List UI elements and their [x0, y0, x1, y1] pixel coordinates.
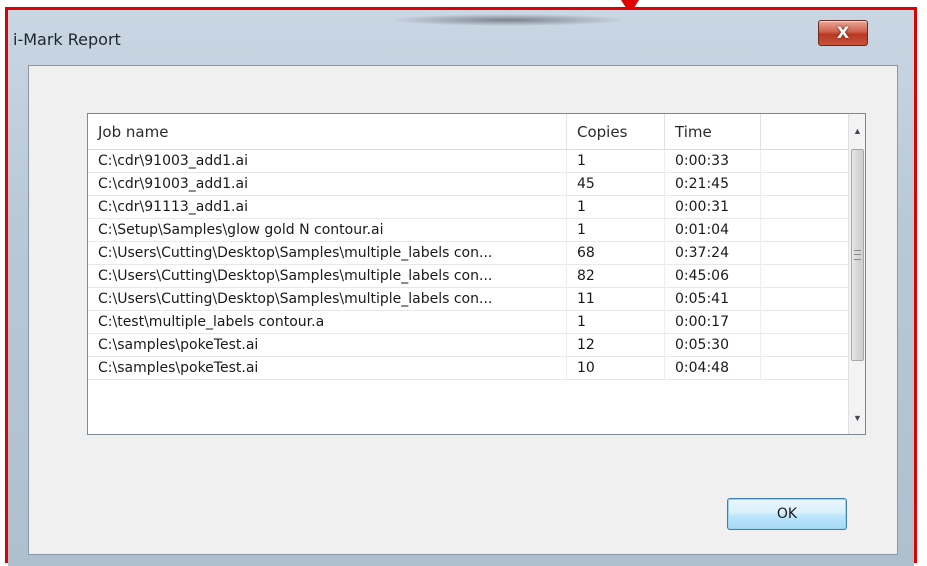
- table-row[interactable]: C:\cdr\91003_add1.ai 45 0:21:45: [88, 173, 848, 196]
- job-name-cell: C:\cdr\91003_add1.ai: [88, 150, 567, 173]
- table-row[interactable]: C:\Users\Cutting\Desktop\Samples\multipl…: [88, 242, 848, 265]
- time-cell: 0:00:33: [665, 150, 761, 173]
- copies-cell: 10: [567, 357, 665, 380]
- copies-cell: 1: [567, 219, 665, 242]
- close-button[interactable]: X: [818, 20, 868, 46]
- time-cell: 0:45:06: [665, 265, 761, 288]
- copies-cell: 68: [567, 242, 665, 265]
- copies-cell: 12: [567, 334, 665, 357]
- table-row[interactable]: C:\cdr\91113_add1.ai 1 0:00:31: [88, 196, 848, 219]
- copies-cell: 1: [567, 150, 665, 173]
- table-row[interactable]: C:\Setup\Samples\glow gold N contour.ai …: [88, 219, 848, 242]
- table-row[interactable]: C:\Users\Cutting\Desktop\Samples\multipl…: [88, 288, 848, 311]
- empty-cell: [761, 265, 848, 288]
- table-row[interactable]: C:\Users\Cutting\Desktop\Samples\multipl…: [88, 265, 848, 288]
- empty-cell: [761, 150, 848, 173]
- scroll-up-icon[interactable]: ▲: [849, 122, 865, 140]
- vertical-scrollbar[interactable]: ▲ ▼: [848, 114, 865, 434]
- column-header-empty[interactable]: [761, 114, 848, 150]
- job-name-cell: C:\samples\pokeTest.ai: [88, 357, 567, 380]
- table-row[interactable]: C:\samples\pokeTest.ai 10 0:04:48: [88, 357, 848, 380]
- job-name-cell: C:\Users\Cutting\Desktop\Samples\multipl…: [88, 242, 567, 265]
- column-header-time[interactable]: Time: [665, 114, 761, 150]
- ok-button[interactable]: OK: [727, 498, 847, 530]
- copies-cell: 11: [567, 288, 665, 311]
- column-header-copies[interactable]: Copies: [567, 114, 665, 150]
- time-cell: 0:00:31: [665, 196, 761, 219]
- job-name-cell: C:\cdr\91003_add1.ai: [88, 173, 567, 196]
- job-name-cell: C:\Users\Cutting\Desktop\Samples\multipl…: [88, 288, 567, 311]
- time-cell: 0:00:17: [665, 311, 761, 334]
- grip-icon: [854, 250, 861, 260]
- job-name-cell: C:\test\multiple_labels contour.a: [88, 311, 567, 334]
- empty-cell: [761, 311, 848, 334]
- empty-cell: [761, 357, 848, 380]
- job-name-cell: C:\cdr\91113_add1.ai: [88, 196, 567, 219]
- copies-cell: 45: [567, 173, 665, 196]
- column-header-job-name[interactable]: Job name: [88, 114, 567, 150]
- title-bar-glow: [388, 14, 628, 26]
- empty-cell: [761, 196, 848, 219]
- dialog-client-area: Job name Copies Time C:\cdr\91003_add1.a…: [28, 65, 898, 555]
- close-icon: X: [836, 23, 850, 42]
- time-cell: 0:05:30: [665, 334, 761, 357]
- table-row[interactable]: C:\samples\pokeTest.ai 12 0:05:30: [88, 334, 848, 357]
- list-header: Job name Copies Time: [88, 114, 848, 150]
- time-cell: 0:37:24: [665, 242, 761, 265]
- time-cell: 0:21:45: [665, 173, 761, 196]
- empty-cell: [761, 219, 848, 242]
- scroll-thumb[interactable]: [851, 149, 864, 361]
- copies-cell: 1: [567, 311, 665, 334]
- empty-cell: [761, 334, 848, 357]
- report-window: i-Mark Report X Job name Copies Time C:\…: [8, 10, 914, 566]
- time-cell: 0:04:48: [665, 357, 761, 380]
- empty-cell: [761, 242, 848, 265]
- table-row[interactable]: C:\cdr\91003_add1.ai 1 0:00:33: [88, 150, 848, 173]
- empty-cell: [761, 173, 848, 196]
- job-name-cell: C:\Users\Cutting\Desktop\Samples\multipl…: [88, 265, 567, 288]
- window-title: i-Mark Report: [13, 30, 121, 49]
- copies-cell: 82: [567, 265, 665, 288]
- job-list[interactable]: Job name Copies Time C:\cdr\91003_add1.a…: [87, 113, 866, 435]
- time-cell: 0:01:04: [665, 219, 761, 242]
- time-cell: 0:05:41: [665, 288, 761, 311]
- job-name-cell: C:\samples\pokeTest.ai: [88, 334, 567, 357]
- scroll-down-icon[interactable]: ▼: [849, 409, 865, 427]
- copies-cell: 1: [567, 196, 665, 219]
- job-name-cell: C:\Setup\Samples\glow gold N contour.ai: [88, 219, 567, 242]
- table-row[interactable]: C:\test\multiple_labels contour.a 1 0:00…: [88, 311, 848, 334]
- empty-cell: [761, 288, 848, 311]
